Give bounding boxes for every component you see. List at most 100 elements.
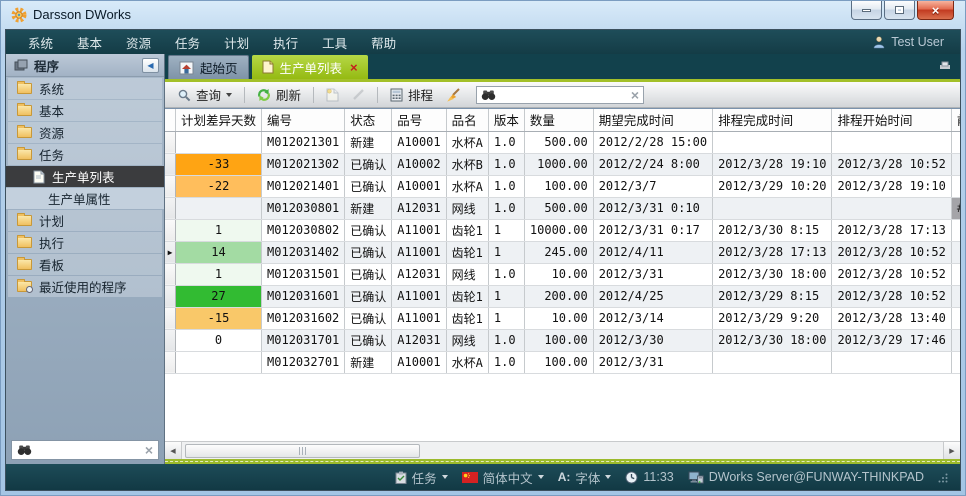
cell-expect_time: 2012/3/31 (593, 351, 712, 373)
refresh-button[interactable]: 刷新 (253, 83, 305, 106)
table-row[interactable]: M012030801新建A12031网线1.0500.002012/3/31 0… (165, 197, 960, 219)
language-menu[interactable]: 简体中文 (462, 468, 544, 487)
sidebar-search-input[interactable] (37, 442, 140, 458)
row-selector-cell[interactable] (165, 329, 176, 351)
column-header-no[interactable]: 编号 (262, 109, 345, 131)
toolbar-search-input[interactable] (500, 87, 627, 103)
column-header-overflow[interactable]: 前 (951, 109, 960, 131)
folder-icon (17, 127, 32, 138)
cell-sched_start (832, 351, 951, 373)
sidebar-item-list: 系统基本资源任务生产单列表生产单属性计划执行看板最近使用的程序 (6, 77, 164, 297)
table-row[interactable]: -15M012031602已确认A11001齿轮1110.002012/3/14… (165, 307, 960, 329)
sidebar-item-label: 计划 (39, 211, 64, 230)
chevron-down-icon[interactable] (442, 475, 448, 479)
cell-sched_start: 2012/3/29 17:46 (832, 329, 951, 351)
row-selector-cell[interactable] (165, 307, 176, 329)
font-menu[interactable]: A: 字体 (558, 468, 612, 487)
sidebar-search-clear-icon[interactable]: × (145, 443, 153, 457)
query-button[interactable]: 查询 (173, 83, 236, 106)
cell-sched_start: 2012/3/28 10:52 (832, 263, 951, 285)
scroll-right-button[interactable]: ▶ (943, 442, 960, 459)
minimize-button[interactable] (851, 1, 882, 20)
cell-version: 1.0 (488, 175, 524, 197)
menu-item-3[interactable]: 任务 (163, 30, 212, 55)
sidebar-item-2[interactable]: 资源 (8, 122, 162, 143)
sidebar-item-6[interactable]: 计划 (8, 210, 162, 231)
column-header-sched_end[interactable]: 排程完成时间 (713, 109, 832, 131)
scrollbar-thumb[interactable] (185, 444, 420, 458)
row-selector-cell[interactable] (165, 175, 176, 197)
edit-button[interactable] (348, 86, 369, 103)
resize-grip[interactable] (938, 472, 948, 482)
row-selector-cell[interactable] (165, 219, 176, 241)
chevron-down-icon[interactable] (538, 475, 544, 479)
menu-item-1[interactable]: 基本 (65, 30, 114, 55)
row-selector-cell[interactable] (165, 131, 176, 153)
sidebar-item-7[interactable]: 执行 (8, 232, 162, 253)
scroll-left-button[interactable]: ◀ (165, 442, 182, 459)
column-header-diff[interactable]: 计划差异天数 (176, 109, 262, 131)
column-header-qty[interactable]: 数量 (524, 109, 593, 131)
sidebar-item-5[interactable]: 生产单属性 (6, 188, 164, 209)
sidebar-collapse-button[interactable]: ◀ (142, 58, 159, 73)
toolbar-separator (377, 87, 378, 103)
row-selector-cell[interactable] (165, 285, 176, 307)
row-selector-cell[interactable] (165, 197, 176, 219)
tab-0[interactable]: 起始页 (168, 55, 249, 79)
column-header-sched_start[interactable]: 排程开始时间 (832, 109, 951, 131)
column-header-expect_time[interactable]: 期望完成时间 (593, 109, 712, 131)
table-row[interactable]: M012032701新建A10001水杯A1.0100.002012/3/31 (165, 351, 960, 373)
column-header-status[interactable]: 状态 (345, 109, 392, 131)
menu-item-2[interactable]: 资源 (114, 30, 163, 55)
toolbar-search-clear-icon[interactable]: × (631, 88, 639, 102)
cell-overflow (951, 329, 960, 351)
menu-item-4[interactable]: 计划 (212, 30, 261, 55)
menu-item-5[interactable]: 执行 (261, 30, 310, 55)
tab-close-icon[interactable]: × (350, 61, 358, 74)
row-selector-cell[interactable] (165, 153, 176, 175)
table-row[interactable]: M012021301新建A10001水杯A1.0500.002012/2/28 … (165, 131, 960, 153)
app-frame: 系统基本资源任务计划执行工具帮助 Test User 程序 ◀ 系统基本资源任务… (5, 29, 961, 491)
row-selector-cell[interactable] (165, 263, 176, 285)
new-document-button[interactable] (322, 86, 343, 104)
cell-sched_end (713, 351, 832, 373)
sidebar-item-0[interactable]: 系统 (8, 78, 162, 99)
sidebar-item-4[interactable]: 生产单列表 (6, 166, 164, 187)
table-row[interactable]: -22M012021401已确认A10001水杯A1.0100.002012/3… (165, 175, 960, 197)
column-header-item_no[interactable]: 品号 (392, 109, 446, 131)
cell-diff: -22 (176, 175, 262, 197)
sidebar-item-3[interactable]: 任务 (8, 144, 162, 165)
column-header-item_name[interactable]: 品名 (446, 109, 488, 131)
chevron-down-icon[interactable] (605, 475, 611, 479)
menu-item-7[interactable]: 帮助 (359, 30, 408, 55)
table-row[interactable]: -33M012021302已确认A10002水杯B1.01000.002012/… (165, 153, 960, 175)
table-row[interactable]: 1M012031501已确认A12031网线1.010.002012/3/312… (165, 263, 960, 285)
table-row[interactable]: 0M012031701已确认A12031网线1.0100.002012/3/30… (165, 329, 960, 351)
table-row[interactable]: ▶14M012031402已确认A11001齿轮11245.002012/4/1… (165, 241, 960, 263)
chevron-down-icon[interactable] (226, 93, 232, 97)
menu-item-6[interactable]: 工具 (310, 30, 359, 55)
table-row[interactable]: 27M012031601已确认A11001齿轮11200.002012/4/25… (165, 285, 960, 307)
schedule-button[interactable]: 排程 (386, 83, 437, 106)
close-button[interactable]: × (917, 1, 954, 20)
row-selector-cell[interactable] (165, 351, 176, 373)
content-area: 程序 ◀ 系统基本资源任务生产单列表生产单属性计划执行看板最近使用的程序 × 起… (6, 54, 960, 464)
clean-button[interactable] (442, 86, 465, 104)
tab-1[interactable]: 生产单列表× (252, 55, 368, 79)
cell-version: 1 (488, 285, 524, 307)
task-menu[interactable]: 任务 (395, 468, 448, 487)
table-row[interactable]: 1M012030802已确认A11001齿轮1110000.002012/3/3… (165, 219, 960, 241)
sidebar-item-1[interactable]: 基本 (8, 100, 162, 121)
sidebar-item-9[interactable]: 最近使用的程序 (8, 276, 162, 297)
horizontal-scrollbar[interactable]: ◀ ▶ (165, 441, 960, 459)
cell-item_name: 齿轮1 (446, 307, 488, 329)
current-row-marker[interactable]: ▶ (165, 241, 176, 263)
cell-item_name: 水杯A (446, 175, 488, 197)
maximize-button[interactable] (884, 1, 915, 20)
sidebar-item-8[interactable]: 看板 (8, 254, 162, 275)
tab-list-button[interactable] (938, 60, 952, 71)
column-header-selector[interactable] (165, 109, 176, 131)
column-header-version[interactable]: 版本 (488, 109, 524, 131)
menu-item-0[interactable]: 系统 (16, 30, 65, 55)
tab-label: 起始页 (200, 58, 238, 77)
